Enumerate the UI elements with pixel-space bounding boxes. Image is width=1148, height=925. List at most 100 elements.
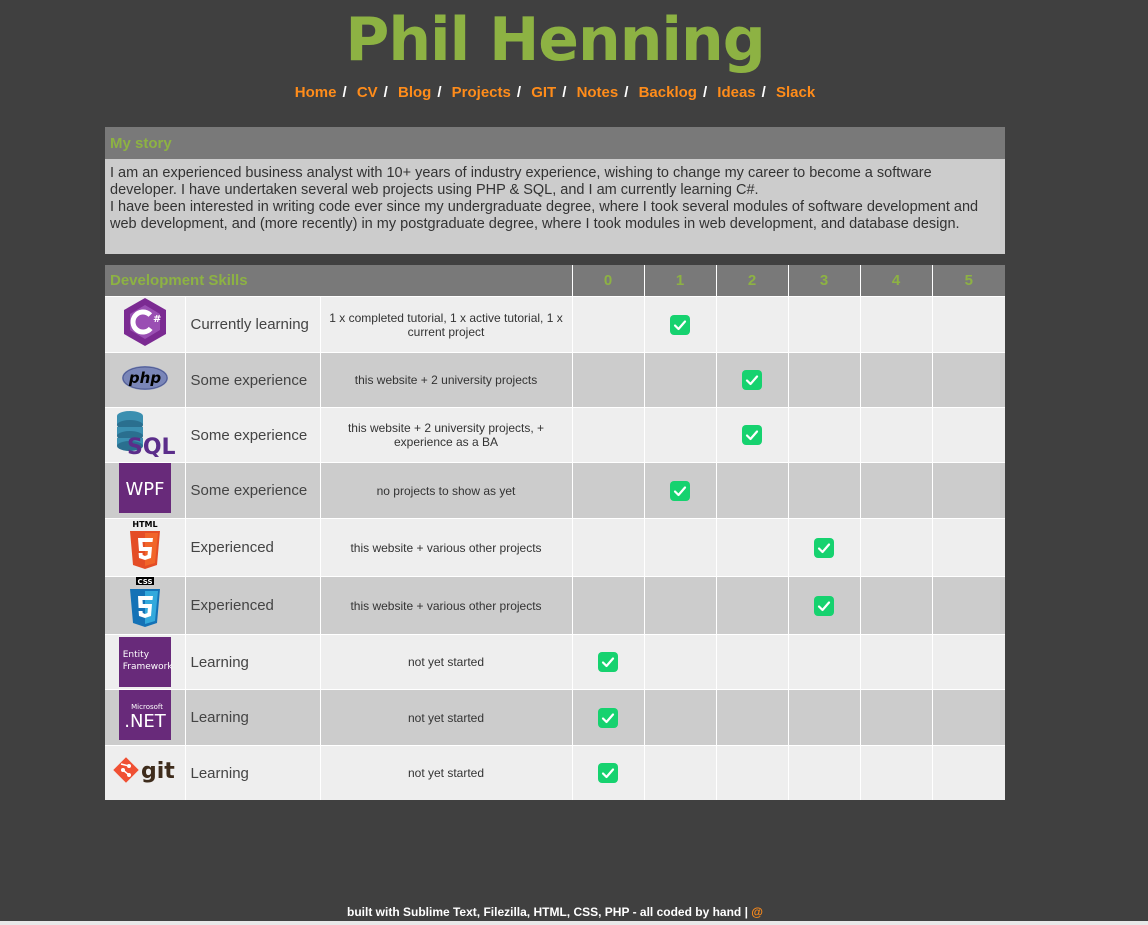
nav-separator: / [702,84,708,101]
rating-cell [571,407,644,463]
svg-text:CSS: CSS [137,578,152,586]
rating-cell [931,518,1005,577]
skill-note: not yet started [319,634,572,690]
checkmark-icon [814,537,834,558]
nav-blog[interactable]: Blog [398,84,431,101]
main-nav: Home / CV / Blog / Projects / GIT / Notes / Ba… [0,84,1110,101]
site-title: Phil Henning [345,5,765,75]
skill-logo-cell: SQL [105,407,185,463]
rating-cell [859,689,932,746]
checkmark-icon [670,480,690,501]
rating-cell [787,462,860,519]
rating-cell [787,518,860,577]
nav-projects[interactable]: Projects [452,84,511,101]
rating-cell [715,352,788,408]
skill-logo-cell: # [105,296,185,353]
rating-cell [571,462,644,519]
nav-git[interactable]: GIT [531,84,556,101]
nav-separator: / [761,84,766,101]
rating-cell [643,518,716,577]
nav-separator: / [383,84,388,101]
skill-row: HTML Experienced this website + various … [105,518,1005,577]
css3-logo-icon: CSS [127,577,163,633]
rating-cell [931,689,1005,746]
rating-cell [859,407,932,463]
checkmark-icon [814,595,834,616]
nav-slack[interactable]: Slack [776,84,815,101]
skill-logo-cell: WPF [105,462,185,519]
skills-heading: Development Skills [105,265,572,297]
rating-column-header: 3 [787,265,860,297]
nav-cv[interactable]: CV [357,84,378,101]
rating-cell [931,634,1005,690]
rating-cell [571,576,644,635]
rating-cell [643,462,716,519]
rating-cell [931,462,1005,519]
skills-header-row: Development Skills 0 1 2 3 4 5 [105,265,1005,297]
skill-note: this website + various other projects [319,518,572,577]
nav-separator: / [624,84,629,101]
entity-framework-logo-text: Entity Framework [122,650,173,672]
svg-text:SQL: SQL [127,435,175,457]
rating-cell [715,745,788,800]
skill-logo-cell: CSS [105,576,185,635]
rating-column-header: 5 [931,265,1005,297]
rating-cell [787,634,860,690]
skill-note: this website + 2 university projects [319,352,572,408]
footer-text: built with Sublime Text, Filezilla, HTML… [347,905,752,919]
rating-cell [859,296,932,353]
rating-cell [715,407,788,463]
rating-cell [787,352,860,408]
story-paragraph: I am an experienced business analyst wit… [110,165,932,198]
rating-cell [643,576,716,635]
rating-cell [715,462,788,519]
checkmark-icon [598,763,618,783]
svg-text:php: php [128,369,161,387]
rating-column-header: 1 [643,265,716,297]
nav-separator: / [562,84,567,101]
rating-cell [643,296,716,353]
rating-cell [643,352,716,408]
story-panel: My story I am an experienced business an… [105,127,1005,254]
skill-row: Microsoft .NET Learning not yet started [105,689,1005,746]
rating-cell [859,745,932,800]
rating-cell [859,576,932,635]
rating-cell [787,407,860,463]
rating-cell [787,576,860,635]
rating-column-header: 2 [715,265,788,297]
dotnet-logo-icon: Microsoft .NET [118,690,171,744]
checkmark-icon [742,425,762,445]
skill-level: Currently learning [184,296,320,353]
checkmark-icon [742,370,762,390]
rating-cell [787,689,860,746]
rating-cell [643,634,716,690]
nav-backlog[interactable]: Backlog [639,84,697,101]
skill-row: SQL Some experience this website + 2 uni… [105,407,1005,463]
rating-cell [715,296,788,353]
rating-cell [715,689,788,746]
rating-cell [571,689,644,746]
skill-level: Learning [184,634,320,690]
story-paragraph: I have been interested in writing code e… [110,199,979,232]
skill-row: git Learning not yet started [105,745,1005,800]
rating-cell [859,634,932,690]
rating-cell [859,462,932,519]
rating-cell [571,296,644,353]
rating-cell [715,634,788,690]
skill-logo-cell: Entity Framework [105,634,185,690]
rating-cell [643,407,716,463]
svg-text:#: # [153,314,161,325]
nav-home[interactable]: Home [295,84,337,101]
skill-logo-cell: git [105,745,185,800]
footer-contact-link[interactable]: @ [751,905,763,919]
rating-cell [931,352,1005,408]
footer: built with Sublime Text, Filezilla, HTML… [0,905,1110,919]
rating-column-header: 4 [859,265,932,297]
skill-logo-cell: HTML [105,518,185,577]
skills-table: Development Skills 0 1 2 3 4 5 # Current… [105,265,1005,800]
nav-separator: / [342,84,347,101]
skill-level: Experienced [184,576,320,635]
nav-notes[interactable]: Notes [577,84,619,101]
rating-column-header: 0 [571,265,644,297]
nav-ideas[interactable]: Ideas [717,84,755,101]
